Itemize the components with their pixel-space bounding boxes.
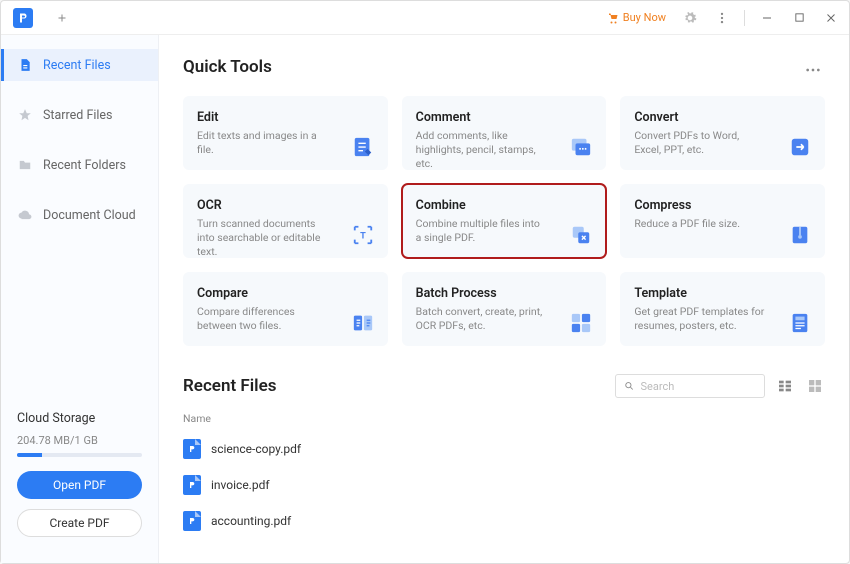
titlebar-right: Buy Now <box>603 6 843 30</box>
ocr-icon: T <box>350 222 376 248</box>
search-input[interactable] <box>641 380 757 393</box>
file-row[interactable]: science-copy.pdf <box>183 431 825 467</box>
tool-title: Edit <box>197 110 374 125</box>
list-view-button[interactable] <box>775 376 795 396</box>
sidebar-item-recent-folders[interactable]: Recent Folders <box>1 149 158 181</box>
tool-desc: Compare differences between two files. <box>197 305 327 333</box>
comment-icon <box>568 134 594 160</box>
tool-card-compress[interactable]: Compress Reduce a PDF file size. <box>620 184 825 258</box>
pdf-file-icon <box>183 511 201 531</box>
tool-card-convert[interactable]: Convert Convert PDFs to Word, Excel, PPT,… <box>620 96 825 170</box>
buy-now-link[interactable]: Buy Now <box>603 9 670 26</box>
tool-title: Batch Process <box>416 286 593 301</box>
recent-files-header: Recent Files <box>183 374 825 398</box>
window-minimize-button[interactable] <box>755 6 779 30</box>
pdf-file-icon <box>183 475 201 495</box>
compress-icon <box>787 222 813 248</box>
app-window: Buy Now Recent FilesStarred FilesRecent … <box>0 0 850 564</box>
app-logo-icon <box>13 8 33 28</box>
file-row[interactable]: accounting.pdf <box>183 503 825 539</box>
tool-title: Convert <box>634 110 811 125</box>
sidebar-item-label: Recent Folders <box>43 158 126 173</box>
tool-desc: Add comments, like highlights, pencil, s… <box>416 129 546 172</box>
sidebar-bottom: Cloud Storage 204.78 MB/1 GB Open PDF Cr… <box>1 411 158 563</box>
combine-icon <box>568 222 594 248</box>
open-pdf-button[interactable]: Open PDF <box>17 471 142 499</box>
cloud-storage-usage: 204.78 MB/1 GB <box>17 434 142 447</box>
cloud-icon <box>17 207 33 223</box>
file-name: invoice.pdf <box>211 478 270 492</box>
svg-text:T: T <box>360 232 366 242</box>
titlebar: Buy Now <box>1 1 849 35</box>
sidebar-item-label: Recent Files <box>43 58 111 73</box>
tool-card-combine[interactable]: Combine Combine multiple files into a sin… <box>402 184 607 258</box>
cloud-storage-progress <box>17 453 142 457</box>
tool-title: Combine <box>416 198 593 213</box>
tool-card-batch-process[interactable]: Batch Process Batch convert, create, prin… <box>402 272 607 346</box>
search-box[interactable] <box>615 374 765 398</box>
quick-tools-title: Quick Tools <box>183 57 272 77</box>
kebab-menu-icon[interactable] <box>710 6 734 30</box>
tool-title: Template <box>634 286 811 301</box>
new-tab-button[interactable] <box>51 7 73 29</box>
tool-desc: Batch convert, create, print, OCR PDFs, … <box>416 305 546 333</box>
star-icon <box>17 107 33 123</box>
gear-icon[interactable] <box>678 6 702 30</box>
tool-title: Compress <box>634 198 811 213</box>
tool-card-template[interactable]: Template Get great PDF templates for resu… <box>620 272 825 346</box>
file-name: accounting.pdf <box>211 514 291 528</box>
tool-title: Compare <box>197 286 374 301</box>
tool-desc: Reduce a PDF file size. <box>634 217 764 231</box>
compare-icon <box>350 310 376 336</box>
tool-card-compare[interactable]: Compare Compare differences between two f… <box>183 272 388 346</box>
recent-files-title: Recent Files <box>183 376 276 396</box>
tool-desc: Convert PDFs to Word, Excel, PPT, etc. <box>634 129 764 157</box>
tool-desc: Turn scanned documents into searchable o… <box>197 217 327 260</box>
edit-icon <box>350 134 376 160</box>
file-row[interactable]: invoice.pdf <box>183 467 825 503</box>
grid-view-button[interactable] <box>805 376 825 396</box>
file-list: science-copy.pdf invoice.pdf accounting.pd… <box>183 431 825 539</box>
sidebar-item-label: Starred Files <box>43 108 113 123</box>
sidebar-item-recent-files[interactable]: Recent Files <box>1 49 158 81</box>
file-icon <box>17 57 33 73</box>
body: Recent Files Starred Files Recent Folders D… <box>1 35 849 563</box>
quick-tools-header: Quick Tools <box>183 53 825 80</box>
window-maximize-button[interactable] <box>787 6 811 30</box>
pdf-file-icon <box>183 439 201 459</box>
titlebar-left <box>7 7 73 29</box>
tool-card-edit[interactable]: Edit Edit texts and images in a file. <box>183 96 388 170</box>
template-icon <box>787 310 813 336</box>
file-name: science-copy.pdf <box>211 442 301 456</box>
search-icon <box>624 380 635 392</box>
window-close-button[interactable] <box>819 6 843 30</box>
tool-desc: Get great PDF templates for resumes, pos… <box>634 305 764 333</box>
sidebar-item-document-cloud[interactable]: Document Cloud <box>1 199 158 231</box>
create-pdf-button[interactable]: Create PDF <box>17 509 142 537</box>
batch-icon <box>568 310 594 336</box>
tool-title: Comment <box>416 110 593 125</box>
divider <box>744 10 745 26</box>
main-content: Quick Tools Edit Edit texts and images in… <box>159 35 849 563</box>
tool-title: OCR <box>197 198 374 213</box>
cloud-storage-title: Cloud Storage <box>17 411 142 426</box>
tool-card-ocr[interactable]: OCR Turn scanned documents into searchabl… <box>183 184 388 258</box>
sidebar-item-label: Document Cloud <box>43 208 136 223</box>
sidebar-item-starred-files[interactable]: Starred Files <box>1 99 158 131</box>
sidebar: Recent Files Starred Files Recent Folders D… <box>1 35 159 563</box>
buy-now-label: Buy Now <box>623 11 666 24</box>
column-header-name: Name <box>183 408 825 431</box>
quick-tools-grid: Edit Edit texts and images in a file. Comm… <box>183 96 825 346</box>
tool-desc: Edit texts and images in a file. <box>197 129 327 157</box>
recent-files-controls <box>615 374 825 398</box>
tool-card-comment[interactable]: Comment Add comments, like highlights, pe… <box>402 96 607 170</box>
nav-list: Recent Files Starred Files Recent Folders D… <box>1 49 158 231</box>
quick-tools-more-icon[interactable] <box>801 53 825 80</box>
convert-icon <box>787 134 813 160</box>
tool-desc: Combine multiple files into a single PDF… <box>416 217 546 245</box>
folder-icon <box>17 157 33 173</box>
